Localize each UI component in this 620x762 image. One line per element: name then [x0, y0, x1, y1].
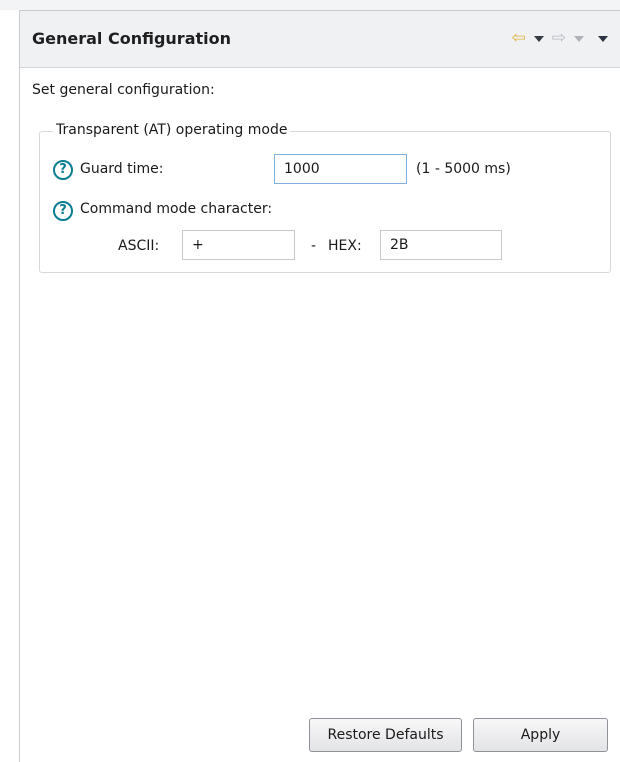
- guard-time-help-icon[interactable]: ?: [53, 160, 73, 180]
- forward-arrow-icon[interactable]: ⇨: [552, 30, 566, 47]
- header-navigation: ⇦ ⇨: [512, 30, 613, 47]
- ascii-input[interactable]: [182, 230, 295, 260]
- intro-text: Set general configuration:: [32, 82, 215, 98]
- command-char-help-icon[interactable]: ?: [53, 201, 73, 221]
- guard-time-label: Guard time:: [80, 161, 164, 177]
- page-title: General Configuration: [32, 29, 231, 48]
- page-header: General Configuration ⇦ ⇨: [20, 11, 620, 68]
- guard-time-range: (1 - 5000 ms): [416, 161, 511, 177]
- command-char-label: Command mode character:: [80, 201, 273, 217]
- group-title: Transparent (AT) operating mode: [53, 122, 291, 138]
- apply-button[interactable]: Apply: [473, 718, 608, 752]
- back-dropdown-icon[interactable]: [533, 35, 544, 42]
- view-menu-icon[interactable]: [598, 35, 608, 42]
- hex-input[interactable]: [380, 230, 502, 260]
- top-edge: [0, 0, 620, 10]
- ascii-hex-separator: -: [311, 238, 317, 254]
- forward-dropdown-icon[interactable]: [574, 35, 584, 42]
- hex-label: HEX:: [328, 238, 362, 254]
- back-arrow-icon[interactable]: ⇦: [512, 30, 526, 47]
- guard-time-input[interactable]: [274, 154, 407, 184]
- restore-defaults-button[interactable]: Restore Defaults: [309, 718, 462, 752]
- configuration-page: General Configuration ⇦ ⇨ Set general co…: [0, 0, 620, 762]
- ascii-label: ASCII:: [118, 238, 160, 254]
